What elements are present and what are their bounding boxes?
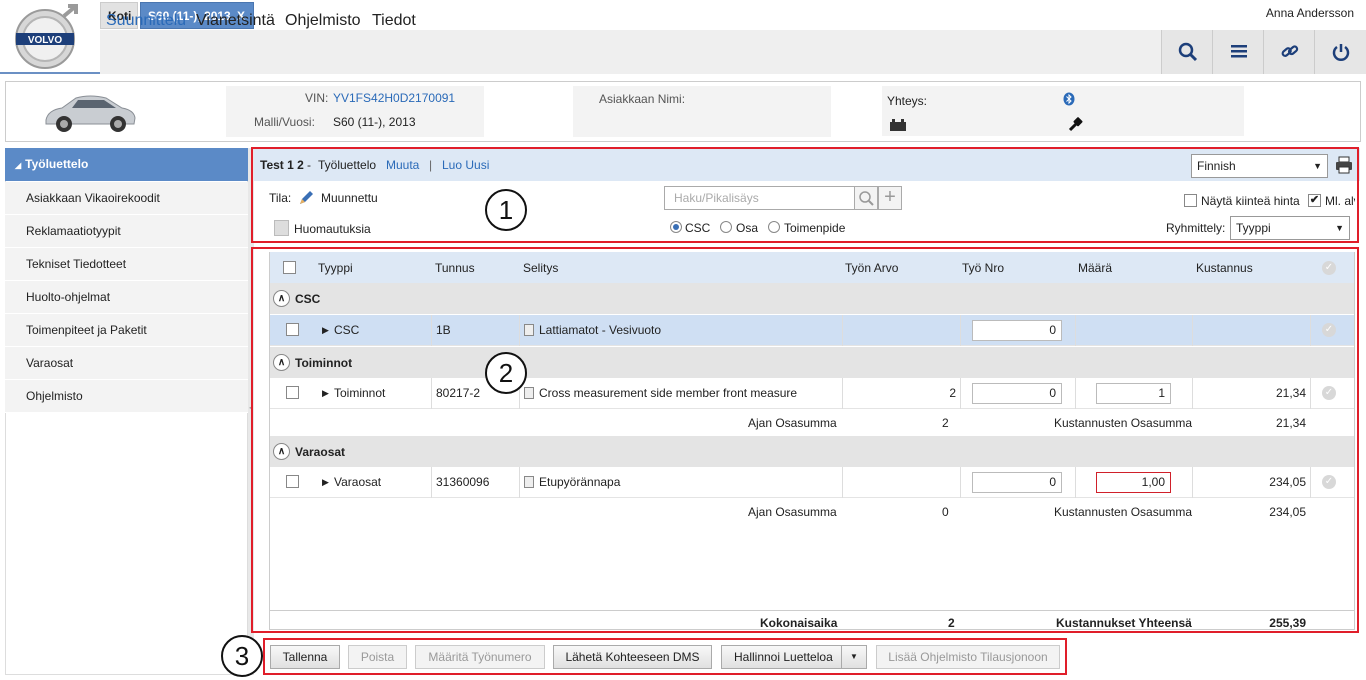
sidebar-header-label: Työluettelo — [25, 157, 89, 171]
callout-number-2: 2 — [485, 352, 527, 394]
model-label: Malli/Vuosi: — [254, 115, 315, 129]
connection-label: Yhteys: — [887, 94, 928, 108]
nav-vianetsinta[interactable]: Vianetsintä — [196, 12, 275, 30]
vin-label: VIN: — [305, 91, 329, 105]
model-value: S60 (11-), 2013 — [333, 115, 416, 129]
list-button[interactable] — [1212, 30, 1263, 74]
car-image — [42, 88, 138, 136]
sidebar-item-varaosat[interactable]: Varaosat — [5, 347, 248, 380]
sidebar-item-reklamaatiotyypit[interactable]: Reklamaatiotyypit — [5, 215, 248, 248]
power-icon — [1332, 44, 1350, 61]
svg-text:VOLVO: VOLVO — [28, 35, 62, 46]
customer-label: Asiakkaan Nimi: — [599, 92, 686, 106]
callout-box-1 — [251, 147, 1359, 243]
vin-value[interactable]: YV1FS42H0D2170091 — [333, 91, 455, 105]
battery-icon — [890, 119, 906, 134]
callout-box-3 — [263, 638, 1067, 675]
sidebar-header-tyoluettelo[interactable]: ◢ Työluettelo — [5, 148, 248, 181]
callout-number-3: 3 — [221, 635, 263, 677]
power-button[interactable] — [1314, 30, 1366, 74]
sidebar-item-huolto-ohjelmat[interactable]: Huolto-ohjelmat — [5, 281, 248, 314]
link-button[interactable] — [1263, 30, 1314, 74]
nav-suunnittelu[interactable]: Suunnittelu — [106, 12, 186, 30]
search-icon — [1178, 42, 1198, 62]
key-icon — [1068, 116, 1084, 135]
sidebar-item-vikaoirekoodit[interactable]: Asiakkaan Vikaoirekoodit — [5, 182, 248, 215]
sidebar-item-ohjelmisto[interactable]: Ohjelmisto — [5, 380, 248, 413]
user-name: Anna Andersson — [1265, 6, 1354, 20]
volvo-logo[interactable]: VOLVO — [12, 4, 80, 70]
sidebar-item-tekniset-tiedotteet[interactable]: Tekniset Tiedotteet — [5, 248, 248, 281]
triangle-down-icon: ◢ — [15, 161, 22, 170]
list-icon — [1231, 45, 1247, 58]
callout-box-2 — [251, 247, 1359, 633]
search-button[interactable] — [1161, 30, 1212, 74]
nav-tiedot[interactable]: Tiedot — [372, 12, 416, 30]
link-icon — [1281, 45, 1299, 57]
callout-number-1: 1 — [485, 189, 527, 231]
bluetooth-icon — [1063, 92, 1075, 109]
nav-ohjelmisto[interactable]: Ohjelmisto — [285, 12, 361, 30]
sidebar-item-toimenpiteet[interactable]: Toimenpiteet ja Paketit — [5, 314, 248, 347]
